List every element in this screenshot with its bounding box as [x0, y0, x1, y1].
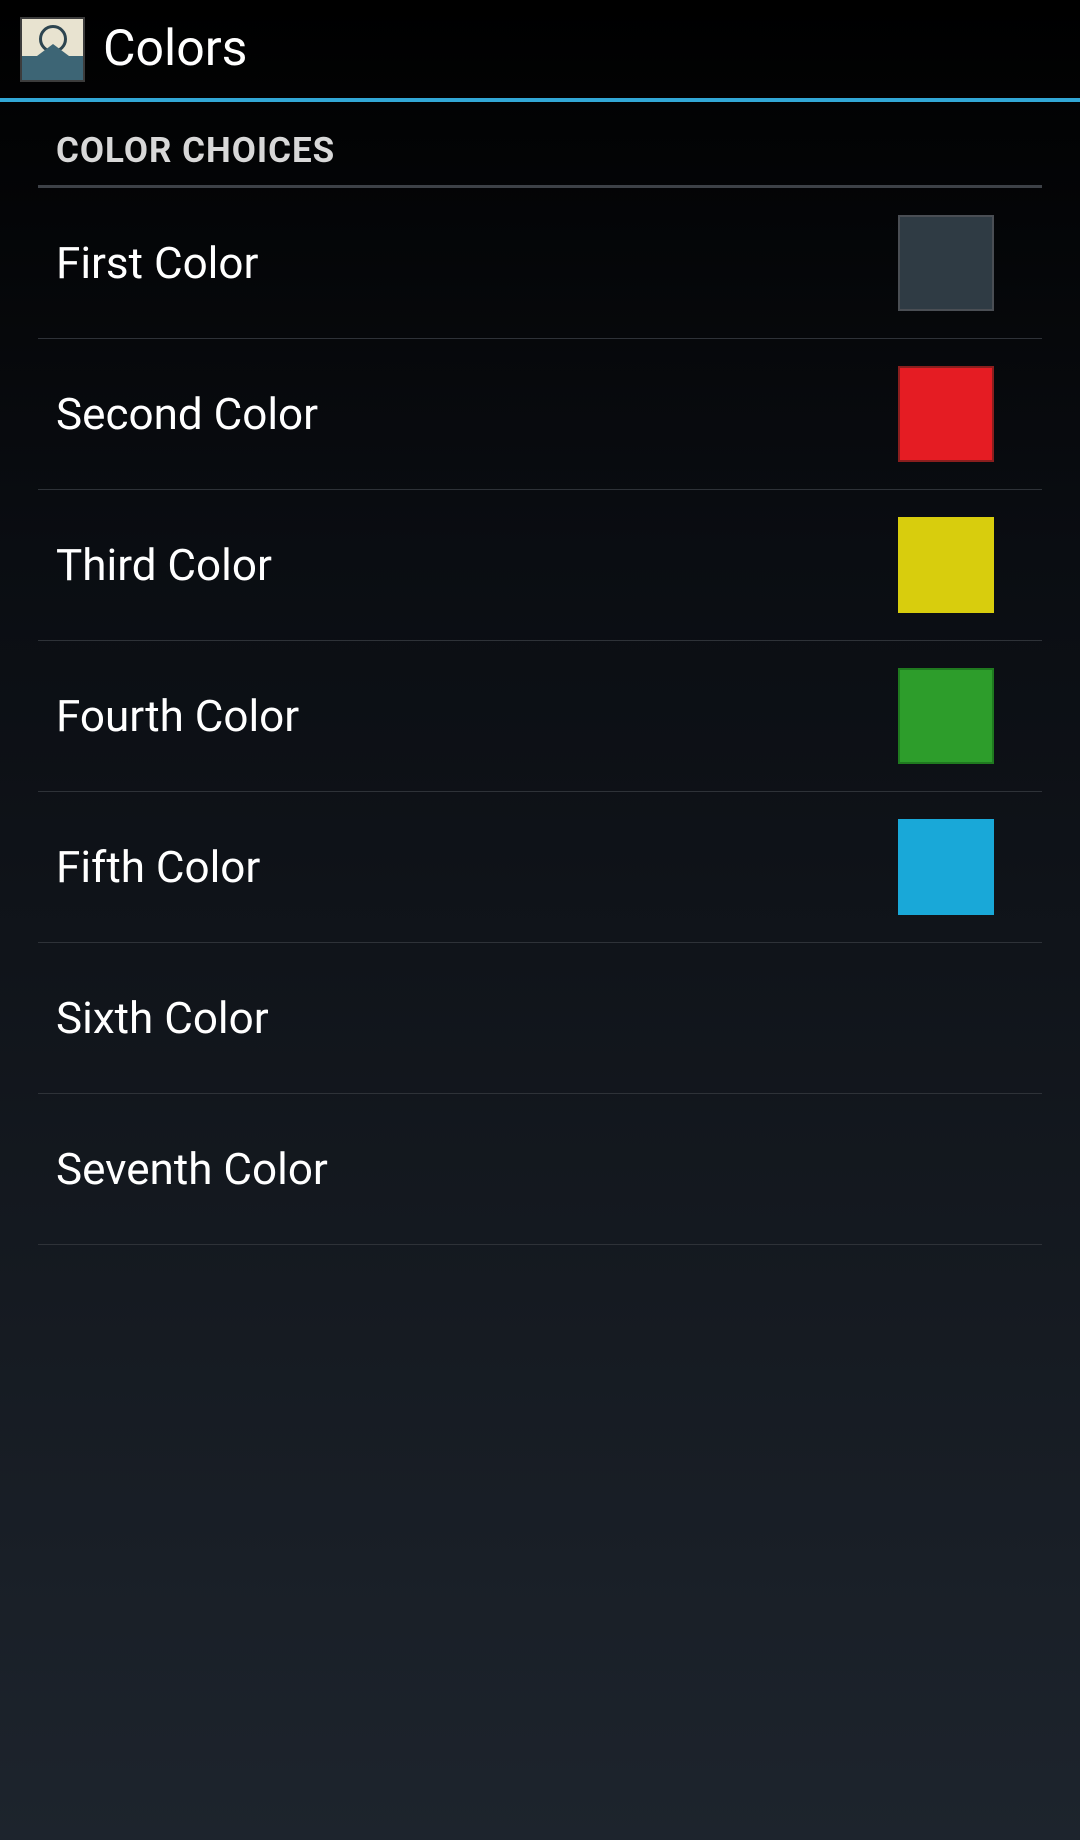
color-label: Sixth Color: [56, 992, 269, 1044]
color-row-second[interactable]: Second Color: [38, 339, 1042, 490]
color-row-first[interactable]: First Color: [38, 188, 1042, 339]
color-swatch-empty: [898, 970, 994, 1066]
color-row-sixth[interactable]: Sixth Color: [38, 943, 1042, 1094]
color-swatch-empty: [898, 1121, 994, 1217]
color-swatch: [898, 668, 994, 764]
color-label: Fourth Color: [56, 690, 299, 742]
section-header: COLOR CHOICES: [38, 102, 1042, 188]
color-label: Fifth Color: [56, 841, 260, 893]
action-bar: Colors: [0, 0, 1080, 102]
color-swatch: [898, 366, 994, 462]
color-swatch: [898, 517, 994, 613]
color-label: Second Color: [56, 388, 318, 440]
content: COLOR CHOICES First Color Second Color T…: [0, 102, 1080, 1245]
color-row-fourth[interactable]: Fourth Color: [38, 641, 1042, 792]
color-label: Seventh Color: [56, 1143, 328, 1195]
section-header-text: COLOR CHOICES: [56, 130, 1024, 171]
color-row-third[interactable]: Third Color: [38, 490, 1042, 641]
page-title: Colors: [103, 20, 247, 78]
color-label: Third Color: [56, 539, 272, 591]
color-swatch: [898, 215, 994, 311]
color-label: First Color: [56, 237, 258, 289]
color-row-seventh[interactable]: Seventh Color: [38, 1094, 1042, 1245]
color-row-fifth[interactable]: Fifth Color: [38, 792, 1042, 943]
app-icon: [20, 17, 85, 82]
color-swatch: [898, 819, 994, 915]
